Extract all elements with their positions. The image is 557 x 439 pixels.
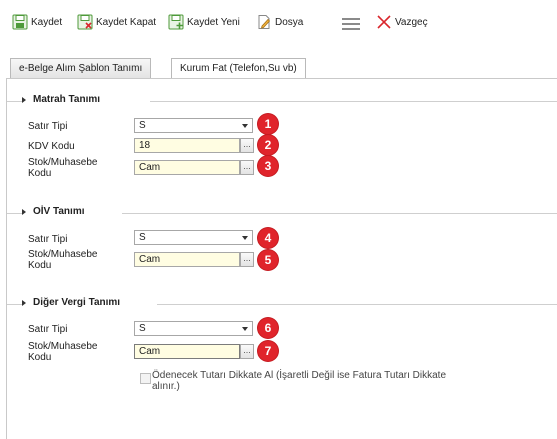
kdv-code-field[interactable]: 18 bbox=[134, 138, 240, 153]
floppy-disk-icon bbox=[12, 14, 28, 30]
lookup-button[interactable]: ... bbox=[240, 160, 254, 175]
section-divider bbox=[7, 101, 22, 102]
tab-ebelge-sablon[interactable]: e-Belge Alım Şablon Tanımı bbox=[10, 58, 152, 78]
lookup-button[interactable]: ... bbox=[240, 344, 254, 359]
step-badge: 7 bbox=[258, 341, 278, 361]
field-label: Stok/Muhasebe Kodu bbox=[28, 249, 98, 271]
floppy-disk-new-icon bbox=[168, 14, 184, 30]
row-type-select[interactable]: S bbox=[134, 321, 253, 336]
step-badge: 5 bbox=[258, 250, 278, 270]
floppy-disk-close-icon bbox=[77, 14, 93, 30]
cancel-button[interactable]: Vazgeç bbox=[376, 12, 428, 32]
save-button[interactable]: Kaydet bbox=[12, 12, 62, 32]
stock-account-code-field[interactable]: Cam bbox=[134, 160, 240, 175]
section-divider bbox=[7, 304, 22, 305]
file-button-label: Dosya bbox=[275, 16, 304, 28]
field-label: Stok/Muhasebe Kodu bbox=[28, 157, 98, 179]
step-badge: 2 bbox=[258, 135, 278, 155]
section-header-matrah[interactable]: Matrah Tanımı bbox=[22, 94, 100, 105]
chevron-down-icon bbox=[242, 327, 248, 331]
field-label: Satır Tipi bbox=[28, 324, 68, 335]
chevron-down-icon bbox=[242, 124, 248, 128]
expand-arrow-icon bbox=[22, 96, 26, 103]
step-badge: 6 bbox=[258, 318, 278, 338]
file-button[interactable]: Dosya bbox=[256, 12, 303, 32]
expand-arrow-icon bbox=[22, 299, 26, 306]
save-new-button[interactable]: Kaydet Yeni bbox=[168, 12, 240, 32]
lookup-button[interactable]: ... bbox=[240, 252, 254, 267]
section-header-diger-vergi[interactable]: Diğer Vergi Tanımı bbox=[22, 297, 120, 308]
select-value: S bbox=[139, 232, 146, 243]
step-badge: 4 bbox=[258, 228, 278, 248]
toolbar: Kaydet Kaydet Kapat Kaydet Yeni Dosya Va… bbox=[0, 0, 557, 44]
section-divider bbox=[122, 213, 557, 214]
field-label: Stok/Muhasebe Kodu bbox=[28, 341, 98, 363]
stock-account-code-field[interactable]: Cam bbox=[134, 252, 240, 267]
save-close-button[interactable]: Kaydet Kapat bbox=[77, 12, 156, 32]
section-title: Diğer Vergi Tanımı bbox=[33, 297, 121, 308]
field-label: Satır Tipi bbox=[28, 234, 68, 245]
step-badge: 3 bbox=[258, 156, 278, 176]
row-type-select[interactable]: S bbox=[134, 230, 253, 245]
document-pencil-icon bbox=[256, 14, 272, 30]
payable-amount-checkbox[interactable] bbox=[140, 373, 151, 384]
save-new-button-label: Kaydet Yeni bbox=[187, 16, 240, 28]
chevron-down-icon bbox=[242, 236, 248, 240]
menu-button[interactable] bbox=[342, 14, 360, 34]
section-divider bbox=[7, 213, 22, 214]
step-badge: 1 bbox=[258, 114, 278, 134]
save-button-label: Kaydet bbox=[31, 16, 63, 28]
checkbox-label: Ödenecek Tutarı Dikkate Al (İşaretli Değ… bbox=[152, 370, 447, 392]
select-value: S bbox=[139, 323, 146, 334]
section-header-oiv[interactable]: OİV Tanımı bbox=[22, 206, 85, 217]
stock-account-code-field[interactable]: Cam bbox=[134, 344, 240, 359]
section-title: OİV Tanımı bbox=[33, 206, 85, 217]
save-close-button-label: Kaydet Kapat bbox=[96, 16, 157, 28]
section-title: Matrah Tanımı bbox=[33, 94, 101, 105]
expand-arrow-icon bbox=[22, 208, 26, 215]
lookup-button[interactable]: ... bbox=[240, 138, 254, 153]
select-value: S bbox=[139, 120, 146, 131]
cancel-button-label: Vazgeç bbox=[395, 16, 428, 28]
section-divider bbox=[157, 304, 557, 305]
section-divider bbox=[150, 101, 557, 102]
tab-bar: e-Belge Alım Şablon Tanımı Kurum Fat (Te… bbox=[0, 58, 557, 79]
tab-kurum-fat[interactable]: Kurum Fat (Telefon,Su vb) bbox=[171, 58, 306, 79]
close-icon bbox=[376, 14, 392, 30]
field-label: KDV Kodu bbox=[28, 141, 75, 152]
field-label: Satır Tipi bbox=[28, 121, 68, 132]
hamburger-icon bbox=[342, 17, 360, 31]
row-type-select[interactable]: S bbox=[134, 118, 253, 133]
